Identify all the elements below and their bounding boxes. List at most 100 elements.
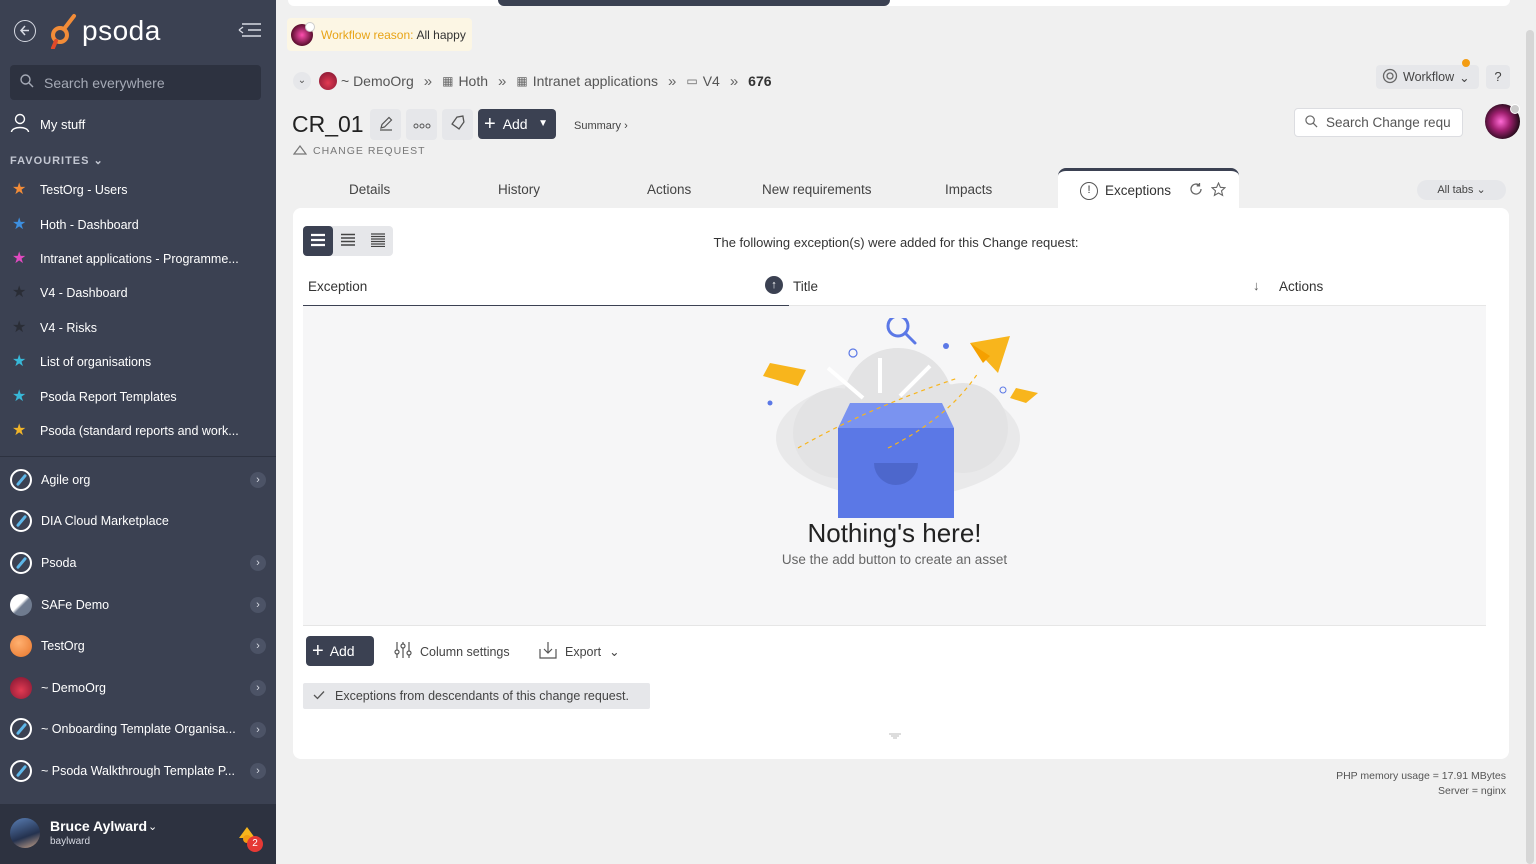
demoorg-icon [10, 676, 32, 699]
favourite-item[interactable]: ★ V4 - Risks [0, 311, 276, 345]
sort-ascending-icon[interactable]: ↑ [765, 276, 783, 294]
safe-icon [10, 593, 32, 616]
more-options-button[interactable] [406, 109, 437, 140]
add-exception-button[interactable]: + Add [306, 636, 374, 666]
star-outline-icon[interactable] [1210, 181, 1227, 200]
org-label: Agile org [41, 472, 91, 487]
user-name[interactable]: Bruce Aylward [50, 818, 147, 834]
breadcrumb-separator-icon: » [498, 72, 507, 90]
user-handle: baylward [50, 836, 91, 847]
chevron-down-icon[interactable]: ⌄ [148, 820, 157, 833]
chevron-right-icon[interactable]: › [250, 596, 266, 613]
tag-icon [450, 115, 466, 134]
release-icon: ▭ [686, 74, 698, 88]
org-item-dia-cloud[interactable]: DIA Cloud Marketplace [0, 501, 276, 543]
search-everywhere-input[interactable] [44, 74, 244, 91]
column-exception[interactable]: Exception [308, 279, 367, 294]
org-label: ~ DemoOrg [41, 680, 106, 695]
column-actions: Actions [1279, 279, 1324, 294]
help-button[interactable]: ? [1486, 65, 1510, 89]
favourite-item[interactable]: ★ List of organisations [0, 345, 276, 379]
search-icon [1305, 114, 1318, 131]
org-item-demoorg[interactable]: ~ DemoOrg › [0, 667, 276, 709]
page-scrollbar[interactable] [1526, 30, 1534, 864]
breadcrumb-project[interactable]: Intranet applications [533, 73, 658, 89]
collapse-sidebar-icon[interactable] [238, 22, 262, 41]
project-icon: ▦ [516, 74, 528, 88]
search-change-request[interactable] [1294, 108, 1463, 137]
checkmark-icon [313, 689, 325, 703]
sidebar-divider [0, 456, 276, 457]
chevron-right-icon[interactable]: › [250, 555, 266, 572]
favourite-item[interactable]: ★ Hoth - Dashboard [0, 207, 276, 241]
summary-link[interactable]: Summary › [574, 120, 628, 132]
tab-exceptions[interactable]: ! Exceptions [1058, 168, 1239, 210]
notification-count-badge: 2 [247, 836, 263, 852]
chevron-down-icon: ▼ [538, 118, 548, 129]
breadcrumb: ⌄ ~ DemoOrg » ▦ Hoth » ▦ Intranet applic… [293, 70, 772, 92]
my-stuff-link[interactable]: My stuff [10, 113, 85, 136]
column-settings-label: Column settings [420, 644, 510, 659]
chevron-right-icon[interactable]: › [250, 763, 266, 780]
workflow-icon [1382, 68, 1398, 87]
demoorg-icon [319, 72, 337, 90]
favourites-header[interactable]: FAVOURITES ⌄ [10, 154, 104, 168]
tab-impacts[interactable]: Impacts [945, 182, 992, 197]
breadcrumb-org[interactable]: ~ DemoOrg [341, 73, 414, 89]
chevron-down-icon: ⌄ [1459, 70, 1470, 85]
org-item-agile-org[interactable]: Agile org › [0, 459, 276, 501]
org-item-walkthrough[interactable]: ~ Psoda Walkthrough Template P... › [0, 750, 276, 792]
refresh-icon[interactable] [1189, 182, 1203, 199]
all-tabs-dropdown[interactable]: All tabs ⌄ [1417, 180, 1506, 200]
org-item-psoda[interactable]: Psoda › [0, 542, 276, 584]
workflow-button[interactable]: Workflow ⌄ [1376, 65, 1479, 89]
favourite-item[interactable]: ★ Psoda Report Templates [0, 379, 276, 413]
logo-mark-icon [50, 13, 80, 50]
my-stuff-label: My stuff [40, 117, 86, 132]
favourite-item[interactable]: ★ V4 - Dashboard [0, 276, 276, 310]
org-label: TestOrg [41, 639, 85, 654]
tag-button[interactable] [442, 109, 473, 140]
favourite-item[interactable]: ★ TestOrg - Users [0, 173, 276, 207]
column-title[interactable]: Title [793, 279, 818, 294]
avatar[interactable] [1485, 104, 1520, 139]
org-item-testorg[interactable]: TestOrg › [0, 625, 276, 667]
sidebar-search[interactable] [10, 65, 261, 100]
tab-actions[interactable]: Actions [647, 182, 691, 197]
column-settings-button[interactable]: Column settings [394, 641, 510, 662]
favourites-label: FAVOURITES [10, 154, 90, 167]
org-label: DIA Cloud Marketplace [41, 514, 169, 529]
item-type-text: CHANGE REQUEST [313, 145, 426, 157]
resize-grip-icon[interactable] [889, 727, 901, 739]
testorg-icon [10, 635, 32, 658]
sort-descending-icon[interactable]: ↓ [1253, 278, 1260, 293]
psoda-logo[interactable]: psoda [50, 12, 161, 50]
breadcrumb-release[interactable]: V4 [703, 73, 720, 89]
avatar[interactable] [10, 818, 40, 848]
edit-button[interactable] [370, 109, 401, 140]
export-dropdown[interactable]: Export ⌄ [539, 641, 620, 662]
tab-new-requirements[interactable]: New requirements [762, 182, 872, 197]
back-icon[interactable] [14, 20, 36, 42]
descendants-toggle[interactable]: Exceptions from descendants of this chan… [303, 683, 650, 709]
org-item-onboarding[interactable]: ~ Onboarding Template Organisa... › [0, 709, 276, 751]
add-button[interactable]: + Add ▼ [478, 109, 556, 139]
org-item-safe-demo[interactable]: SAFe Demo › [0, 584, 276, 626]
search-change-input[interactable] [1326, 115, 1461, 130]
chevron-right-icon[interactable]: › [250, 638, 266, 655]
breadcrumb-programme[interactable]: Hoth [458, 73, 488, 89]
chevron-right-icon[interactable]: › [250, 472, 266, 488]
favourite-label: Psoda Report Templates [40, 389, 177, 404]
chevron-right-icon[interactable]: › [250, 679, 266, 696]
programme-icon: ▦ [442, 74, 454, 88]
favourite-item[interactable]: ★ Intranet applications - Programme... [0, 242, 276, 276]
chevron-right-icon[interactable]: › [250, 721, 266, 738]
empty-state-subtitle: Use the add button to create an asset [781, 552, 1008, 567]
chevron-down-icon: ⌄ [93, 155, 104, 167]
favourite-label: Intranet applications - Programme... [40, 251, 239, 266]
tab-history[interactable]: History [498, 182, 540, 197]
chevron-down-icon[interactable]: ⌄ [293, 72, 311, 90]
tab-details[interactable]: Details [349, 182, 390, 197]
user-panel[interactable]: Bruce Aylward ⌄ baylward 2 [0, 804, 276, 864]
favourite-item[interactable]: ★ Psoda (standard reports and work... [0, 414, 276, 448]
